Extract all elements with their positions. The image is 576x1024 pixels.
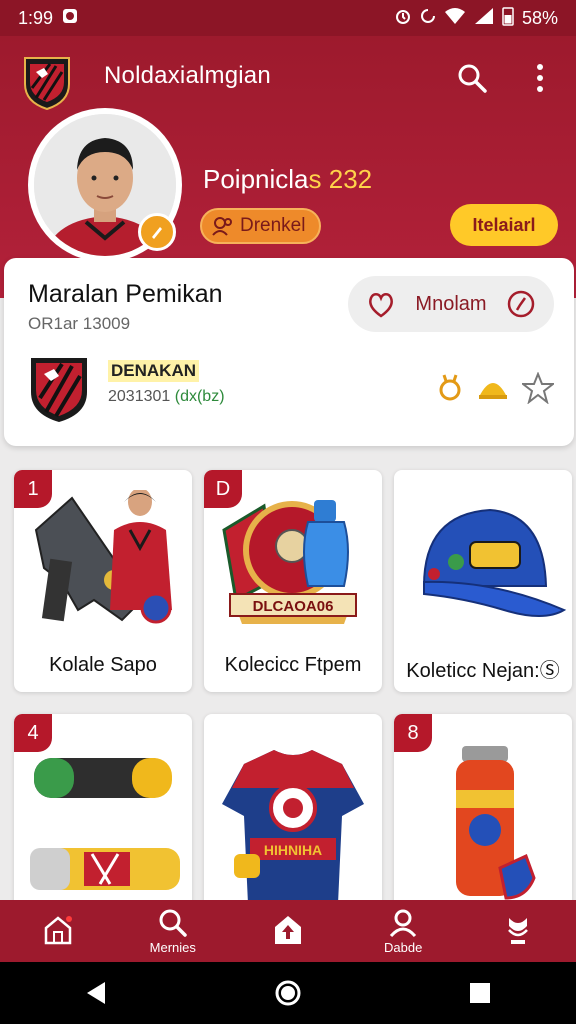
rank-chip-label: Drenkel [240, 215, 306, 236]
back-icon [87, 982, 105, 1004]
club-meta: 2031301 (dx(bz) [108, 388, 225, 406]
star-icon [522, 372, 554, 404]
compass-icon [507, 290, 535, 318]
sync-icon [420, 7, 436, 30]
heart-outline-icon [369, 293, 393, 318]
battery-percent: 58% [521, 7, 558, 28]
tile-number: 1 [14, 470, 52, 508]
collection-tile[interactable]: Koleticc Nejan:Ⓢ [394, 470, 572, 692]
back-button[interactable] [66, 963, 126, 1023]
badge-icons [436, 372, 554, 404]
medal-icon [439, 374, 461, 401]
profile-card: Maralan Pemikan OR1ar 13009 Mnolam DENAK… [4, 258, 574, 446]
rank-chip[interactable]: Drenkel [200, 208, 322, 244]
tile-label: Kolecicc Ftpem [224, 654, 362, 676]
users-icon [212, 217, 232, 236]
notification-icon [61, 7, 79, 30]
follow-button[interactable]: Mnolam [348, 276, 554, 332]
home-icon [44, 916, 72, 945]
wifi-icon [444, 7, 466, 30]
alarm-icon [394, 7, 412, 30]
tile-label: Koleticc Nejan:Ⓢ [406, 660, 560, 682]
status-time: 1:99 [18, 7, 54, 28]
signal-icon [474, 7, 494, 30]
upload-home-icon [274, 916, 301, 944]
tile-number: 4 [14, 714, 52, 752]
app-title: Noldaxialmgian [104, 62, 271, 89]
search-icon [458, 64, 487, 93]
pencil-icon [152, 227, 162, 239]
nav-trophy[interactable] [470, 900, 566, 962]
search-button[interactable] [452, 58, 492, 98]
nav-profile[interactable]: Dabde [355, 900, 451, 962]
club-meta-tag: (dx(bz) [174, 388, 225, 405]
profile-name: Maralan Pemikan [28, 280, 223, 308]
nav-label: Mernies [149, 939, 196, 955]
edit-avatar-button[interactable] [138, 213, 176, 251]
collection-tile[interactable]: DLCAOA06 D Kolecicc Ftpem [204, 470, 382, 692]
tile-image [394, 734, 572, 900]
home-button[interactable] [258, 963, 318, 1023]
club-crest [28, 354, 90, 424]
nav-home[interactable] [10, 900, 106, 962]
tile-image [394, 490, 572, 640]
tile-image: HIHNIHA [204, 734, 382, 904]
tile-image: DLCAOA06 [204, 490, 382, 640]
status-bar: 1:99 58% [0, 0, 576, 36]
bottom-navigation: Mernies Dabde [0, 900, 576, 962]
trophy-icon [508, 918, 529, 944]
app-logo [22, 54, 72, 111]
home-circle-icon [275, 980, 301, 1006]
recents-icon [470, 983, 490, 1003]
search-icon [159, 909, 187, 937]
battery-icon [502, 6, 514, 31]
recents-button[interactable] [450, 963, 510, 1023]
crown-icon [479, 383, 507, 399]
header-action-button[interactable]: Itelaiarl [450, 204, 558, 246]
tile-image [14, 734, 192, 890]
nav-label: Dabde [384, 939, 423, 955]
more-options-button[interactable] [524, 58, 556, 98]
points-label: Poipnicla [203, 164, 309, 194]
tile-label: Kolale Sapo [49, 654, 157, 676]
system-navigation [0, 962, 576, 1024]
tile-number: 8 [394, 714, 432, 752]
emblem-text: DLCAOA06 [253, 598, 334, 615]
club-name: DENAKAN [108, 360, 199, 382]
jersey-text: HIHNIHA [264, 842, 322, 858]
club-meta-number: 2031301 [108, 388, 171, 405]
profile-id: OR1ar 13009 [28, 314, 131, 333]
more-vert-icon [537, 64, 543, 92]
points-display: Poipniclas 232 [203, 164, 372, 195]
nav-search[interactable]: Mernies [125, 900, 221, 962]
points-value: s 232 [308, 164, 373, 194]
tile-image [14, 488, 192, 640]
follow-label: Mnolam [415, 292, 487, 315]
collection-tile[interactable]: 1 Kolale Sapo [14, 470, 192, 692]
nav-upload[interactable] [240, 900, 336, 962]
profile-icon [390, 909, 417, 937]
tile-number: D [204, 470, 242, 508]
